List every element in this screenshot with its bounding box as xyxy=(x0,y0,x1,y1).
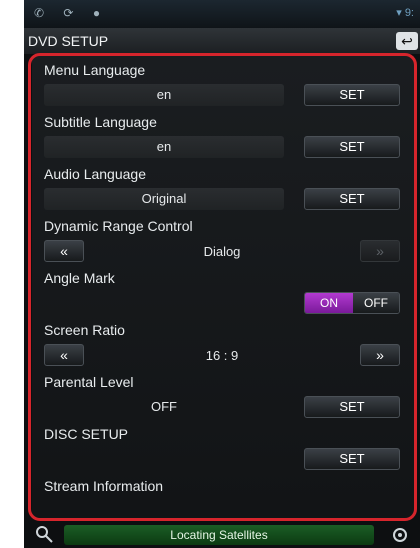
page-title: DVD SETUP xyxy=(28,33,109,49)
settings-icon[interactable] xyxy=(386,524,414,546)
title-bar: DVD SETUP ↩ xyxy=(24,28,420,54)
notification-icon: ✆ xyxy=(34,6,53,20)
wifi-icon: ▾ xyxy=(396,7,402,19)
gps-status-text: Locating Satellites xyxy=(170,528,268,542)
status-time: ▾ 9: xyxy=(396,7,414,19)
back-button[interactable]: ↩ xyxy=(396,32,418,50)
back-arrow-icon: ↩ xyxy=(401,33,413,49)
gps-status-bar: Locating Satellites xyxy=(64,525,374,545)
search-icon[interactable] xyxy=(30,523,58,545)
highlight-frame xyxy=(28,53,417,521)
status-bar: ✆ ⟳ ● ▾ 9: xyxy=(24,0,420,28)
sync-icon: ⟳ xyxy=(63,6,82,20)
alert-icon: ● xyxy=(92,6,109,20)
bottom-bar: Locating Satellites xyxy=(24,522,420,548)
status-icons: ✆ ⟳ ● xyxy=(34,6,108,20)
